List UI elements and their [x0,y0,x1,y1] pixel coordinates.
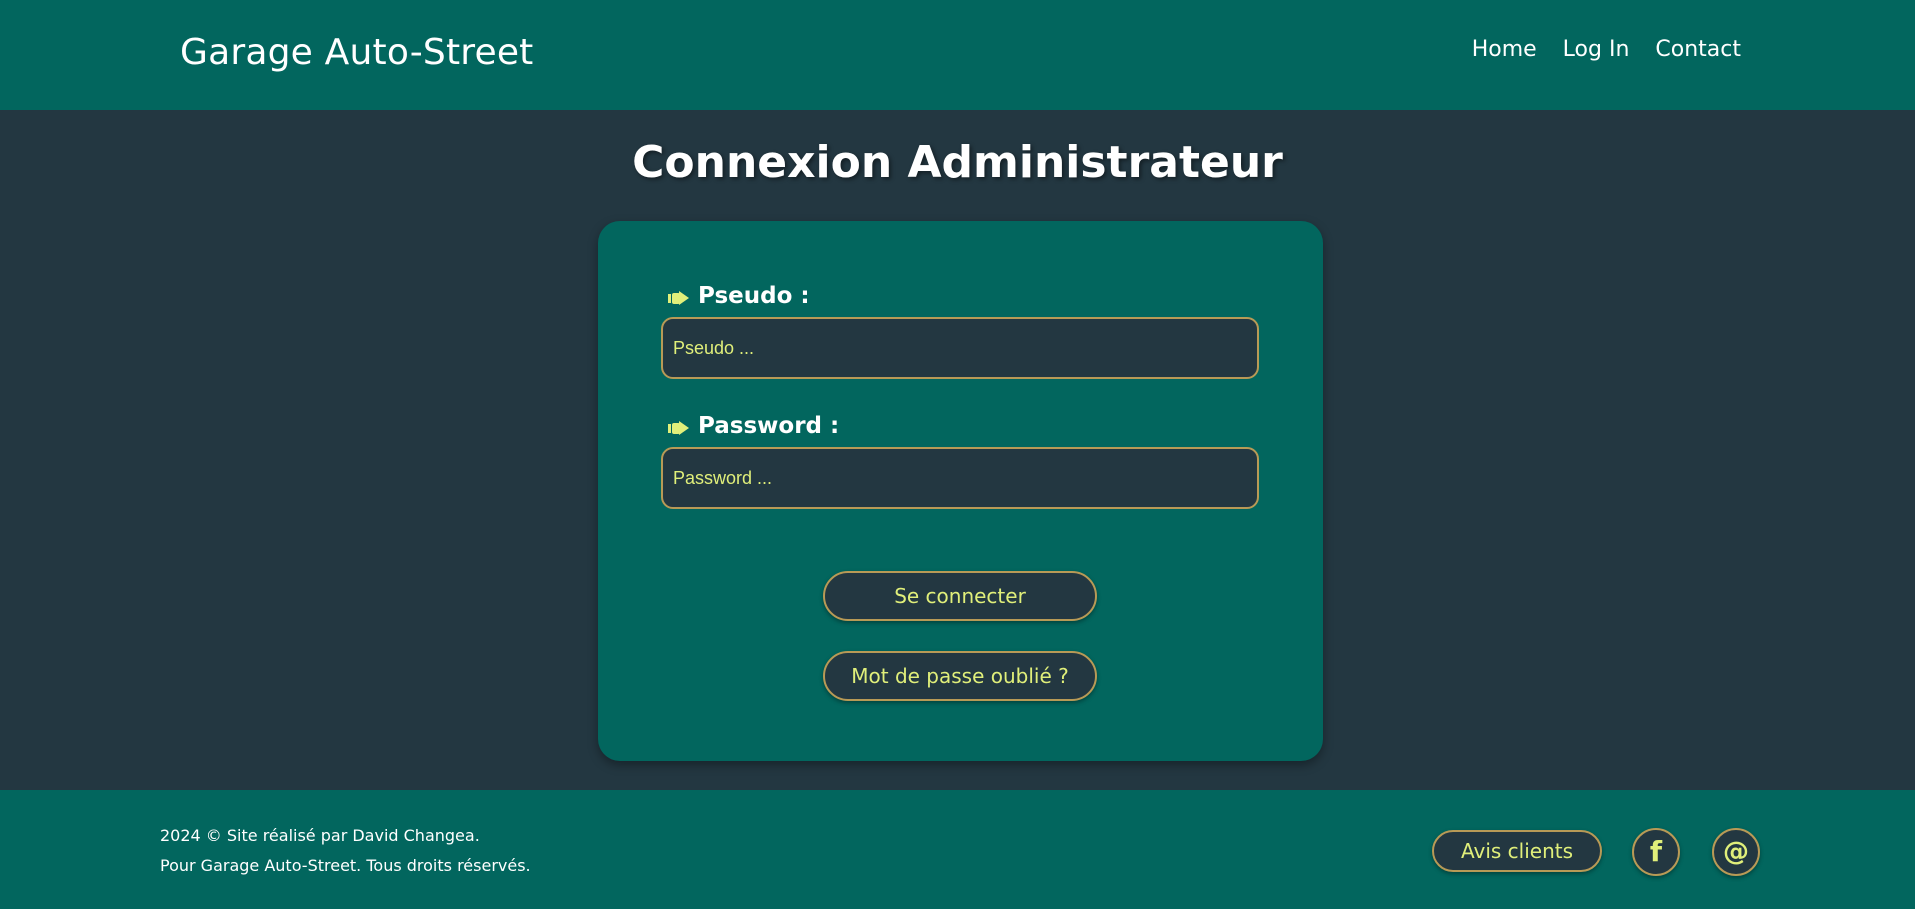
password-input[interactable] [661,447,1259,509]
facebook-icon: f [1649,835,1663,868]
login-button[interactable]: Se connecter [823,571,1097,621]
email-button[interactable]: @ [1712,828,1760,876]
password-label: Password : [668,413,839,439]
page-title: Connexion Administrateur [632,137,1283,188]
forgot-password-button[interactable]: Mot de passe oublié ? [823,651,1097,701]
customer-reviews-button[interactable]: Avis clients [1432,830,1602,872]
nav-contact-link[interactable]: Contact [1655,37,1741,62]
hand-pointing-right-icon [668,287,690,305]
password-label-text: Password : [698,413,840,439]
pseudo-label: Pseudo : [668,283,810,309]
nav-login-link[interactable]: Log In [1563,37,1630,62]
site-header: Garage Auto-Street Home Log In Contact [0,0,1915,110]
pseudo-input[interactable] [661,317,1259,379]
email-at-icon: @ [1723,837,1749,867]
site-footer: 2024 © Site réalisé par David Changea. P… [0,790,1915,909]
footer-copyright: 2024 © Site réalisé par David Changea. [160,826,480,845]
nav-home-link[interactable]: Home [1472,37,1537,62]
hand-pointing-right-icon [668,417,690,435]
main-nav: Home Log In Contact [1472,37,1741,62]
pseudo-label-text: Pseudo : [698,283,810,309]
footer-rights: Pour Garage Auto-Street. Tous droits rés… [160,856,531,875]
site-brand[interactable]: Garage Auto-Street [180,32,534,73]
facebook-button[interactable]: f [1632,828,1680,876]
login-card: Pseudo : Password : Se connecter Mot de … [598,221,1323,761]
